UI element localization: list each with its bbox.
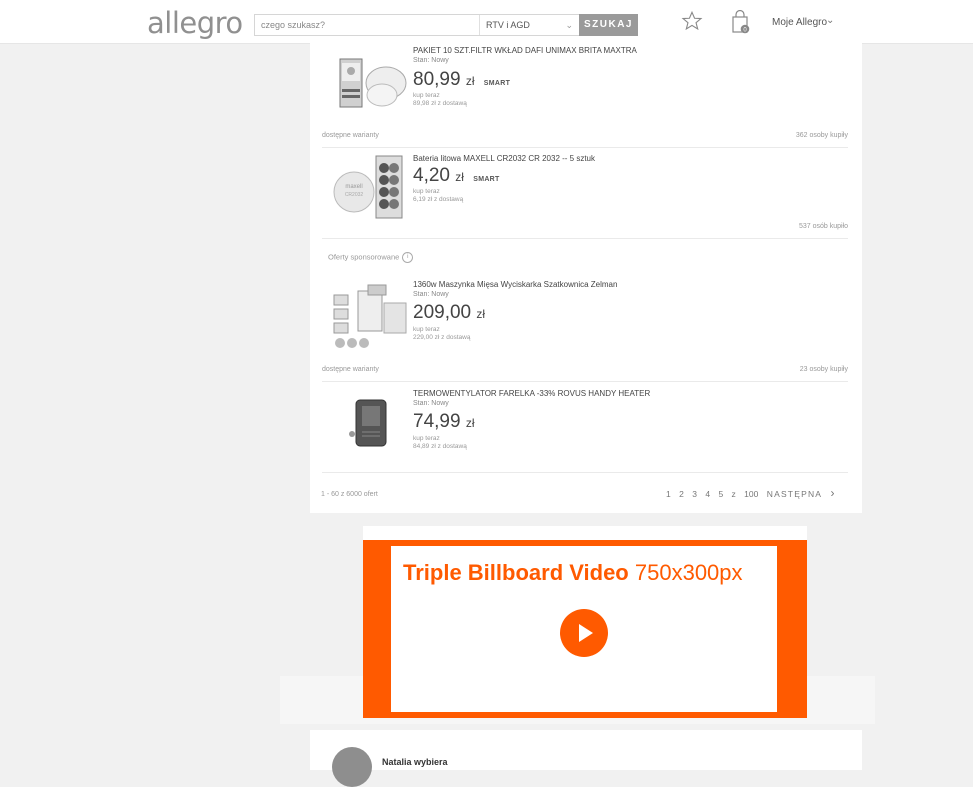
ad-card-top [363, 526, 807, 541]
ad-title-bold: Triple Billboard Video [403, 560, 629, 585]
chevron-down-icon: ⌄ [565, 20, 573, 30]
page-link[interactable]: 4 [705, 489, 710, 499]
page-link[interactable]: 5 [718, 489, 723, 499]
price-currency: zł [465, 416, 475, 430]
billboard-ad-inner: Triple Billboard Video 750x300px [391, 546, 777, 712]
listing-title[interactable]: 1360w Maszynka Mięsa Wyciskarka Szatkown… [413, 280, 617, 289]
listing-title[interactable]: PAKIET 10 SZT.FILTR WKŁAD DAFI UNIMAX BR… [413, 46, 637, 55]
buy-now-label: kup teraz [413, 435, 440, 442]
shopping-bag-icon[interactable]: 0 [730, 10, 750, 34]
sponsored-listing-item[interactable]: 1360w Maszynka Mięsa Wyciskarka Szatkown… [322, 267, 848, 382]
listing-title[interactable]: Bateria litowa MAXELL CR2032 CR 2032 -- … [413, 154, 595, 163]
shipping-price: 6,19 zł z dostawą [413, 196, 464, 203]
top-header: allegro RTV i AGD ⌄ SZUKAJ 0 Moje Allegr… [0, 0, 973, 44]
heater-product-image[interactable] [332, 388, 410, 460]
variants-link[interactable]: dostępne warianty [322, 132, 379, 139]
info-icon[interactable]: i [402, 252, 414, 263]
water-filter-product-image[interactable] [332, 51, 410, 123]
price-value: 74,99 [413, 411, 461, 432]
recommendations-title: Natalia wybiera [382, 757, 448, 767]
chevron-down-icon[interactable]: ⌄ [826, 15, 834, 26]
avatar [332, 747, 372, 787]
buyers-count: 23 osoby kupiły [799, 366, 848, 373]
search-button[interactable]: SZUKAJ [579, 14, 638, 36]
listing-condition: Stan: Nowy [413, 57, 449, 64]
svg-text:maxell: maxell [345, 184, 362, 190]
listing-price: 4,20 zł SMART [413, 165, 500, 187]
price-value: 80,99 [413, 69, 461, 90]
page-link[interactable]: 3 [692, 489, 697, 499]
sponsored-label-text: Oferty sponsorowane [328, 252, 400, 262]
listing-title[interactable]: TERMOWENTYLATOR FARELKA -33% ROVUS HANDY… [413, 389, 650, 398]
price-value: 209,00 [413, 302, 472, 323]
page-link[interactable]: 2 [679, 489, 684, 499]
meat-grinder-product-image[interactable] [332, 283, 410, 355]
page-link[interactable]: 1 [666, 489, 671, 499]
next-page-button[interactable]: NASTĘPNA [767, 489, 822, 499]
price-value: 4,20 [413, 165, 450, 186]
buyers-count: 362 osoby kupiły [795, 132, 848, 139]
ad-title-size: 750x300px [634, 560, 743, 585]
listing-price: 209,00 zł [413, 302, 485, 324]
svg-text:CR2032: CR2032 [345, 192, 364, 198]
shipping-price: 229,00 zł z dostawą [413, 334, 471, 341]
smart-badge: SMART [473, 176, 500, 183]
buy-now-label: kup teraz [413, 92, 440, 99]
pagination: 1 2 3 4 5 z 100 NASTĘPNA › [666, 486, 841, 500]
listing-item[interactable]: PAKIET 10 SZT.FILTR WKŁAD DAFI UNIMAX BR… [322, 43, 848, 148]
buyers-count: 537 osób kupiło [798, 223, 848, 230]
battery-product-image[interactable]: maxell CR2032 [332, 152, 410, 224]
allegro-logo[interactable]: allegro [147, 6, 243, 40]
listing-item[interactable]: maxell CR2032 Bateria litowa MAXELL CR20… [322, 148, 848, 239]
price-currency: zł [455, 170, 464, 184]
price-currency: zł [476, 307, 486, 321]
buy-now-label: kup teraz [413, 188, 440, 195]
play-icon[interactable] [559, 608, 609, 658]
price-currency: zł [465, 74, 475, 88]
category-select[interactable]: RTV i AGD ⌄ [479, 15, 579, 35]
offers-count: 1 - 60 z 6000 ofert [321, 491, 378, 498]
recommendations-card: Natalia wybiera [310, 730, 862, 787]
sponsored-offers-label: Oferty sponsorowane i [328, 252, 414, 263]
listing-condition: Stan: Nowy [413, 400, 449, 407]
shipping-price: 89,98 zł z dostawą [413, 100, 467, 107]
chevron-right-icon[interactable]: › [831, 486, 835, 500]
smart-badge: SMART [483, 80, 511, 87]
page-of-label: z [731, 489, 736, 499]
listings-panel: PAKIET 10 SZT.FILTR WKŁAD DAFI UNIMAX BR… [310, 43, 862, 513]
listing-condition: Stan: Nowy [413, 291, 449, 298]
sponsored-listing-item[interactable]: TERMOWENTYLATOR FARELKA -33% ROVUS HANDY… [322, 382, 848, 473]
variants-link[interactable]: dostępne warianty [322, 366, 379, 373]
category-select-label: RTV i AGD [486, 20, 530, 30]
listing-price: 80,99 zł SMART [413, 69, 510, 91]
ad-title: Triple Billboard Video 750x300px [403, 560, 743, 586]
shipping-price: 84,89 zł z dostawą [413, 443, 467, 450]
listing-price: 74,99 zł [413, 411, 475, 433]
my-allegro-link[interactable]: Moje Allegro [772, 17, 827, 28]
billboard-ad[interactable]: Triple Billboard Video 750x300px [363, 540, 807, 718]
search-input[interactable] [255, 15, 479, 35]
buy-now-label: kup teraz [413, 326, 440, 333]
star-icon[interactable] [681, 10, 703, 32]
search-bar: RTV i AGD ⌄ SZUKAJ [254, 14, 638, 36]
last-page-link[interactable]: 100 [744, 489, 758, 499]
